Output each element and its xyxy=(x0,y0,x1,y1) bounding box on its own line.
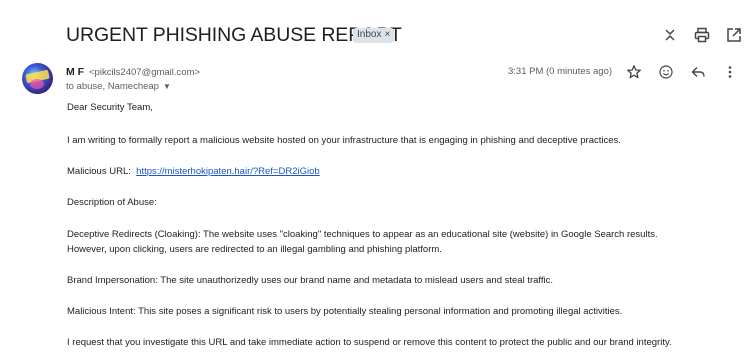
malicious-url-link[interactable]: https://misterhokipaten.hair/?Ref=DR2iGi… xyxy=(136,166,320,177)
remove-label-icon[interactable]: × xyxy=(384,29,390,40)
body-description-heading: Description of Abuse: xyxy=(67,197,157,208)
avatar-shape-pink xyxy=(30,79,44,89)
open-in-new-window-icon[interactable] xyxy=(725,26,743,44)
body-redirects-line1: Deceptive Redirects (Cloaking): The webs… xyxy=(67,229,658,240)
star-icon[interactable] xyxy=(626,64,642,80)
malicious-url-label: Malicious URL: xyxy=(67,166,131,177)
email-timestamp: 3:31 PM (0 minutes ago) xyxy=(508,66,613,77)
emoji-icon[interactable] xyxy=(658,64,674,80)
recipients-line[interactable]: to abuse, Namecheap ▼ xyxy=(66,81,171,92)
body-malicious-url-line: Malicious URL: https://misterhokipaten.h… xyxy=(67,164,320,179)
inbox-label-chip[interactable]: Inbox × xyxy=(353,28,395,43)
expand-collapse-icon[interactable] xyxy=(661,26,679,44)
reply-icon[interactable] xyxy=(690,64,706,80)
body-brand: Brand Impersonation: The site unauthoriz… xyxy=(67,275,554,286)
body-intro: I am writing to formally report a malici… xyxy=(67,135,621,146)
email-view: URGENT PHISHING ABUSE REPORT Inbox × M F … xyxy=(0,0,751,359)
sender-email: <pikcils2407@gmail.com> xyxy=(89,67,201,78)
sender-info: M F <pikcils2407@gmail.com> xyxy=(66,66,200,78)
email-subject: URGENT PHISHING ABUSE REPORT xyxy=(66,24,402,46)
body-greeting: Dear Security Team, xyxy=(67,102,153,113)
recipients-text: to abuse, Namecheap xyxy=(66,81,159,92)
body-redirects-line2: However, upon clicking, users are redire… xyxy=(67,244,442,255)
body-request: I request that you investigate this URL … xyxy=(67,337,672,348)
more-vert-icon[interactable] xyxy=(722,64,738,80)
printer-icon[interactable] xyxy=(693,26,711,44)
sender-name[interactable]: M F xyxy=(66,66,84,78)
body-intent: Malicious Intent: This site poses a sign… xyxy=(67,306,623,317)
label-text: Inbox xyxy=(357,29,382,40)
thread-toolbar xyxy=(661,26,751,46)
recipients-details-icon[interactable]: ▼ xyxy=(163,82,171,91)
sender-avatar[interactable] xyxy=(22,63,53,94)
